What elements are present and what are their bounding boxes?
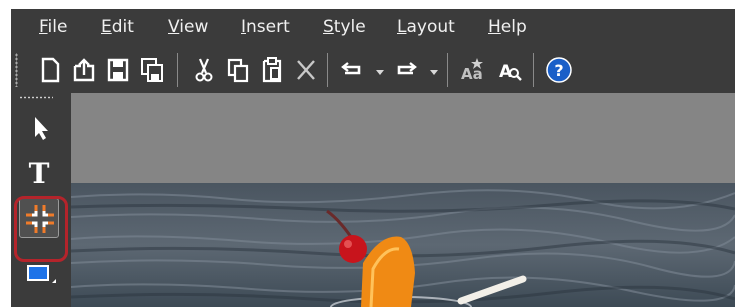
toolbar-grip[interactable] <box>15 53 18 87</box>
undo-dropdown-icon[interactable] <box>373 61 387 81</box>
cocktail-photo[interactable] <box>71 183 735 307</box>
toolbox: T <box>11 93 71 307</box>
menu-edit[interactable]: Edit <box>101 17 134 37</box>
menu-file[interactable]: File <box>39 17 67 37</box>
cut-icon[interactable] <box>189 55 219 85</box>
svg-text:?: ? <box>554 61 563 80</box>
document-canvas[interactable] <box>71 93 735 307</box>
menu-style[interactable]: Style <box>323 17 366 37</box>
toolbar-separator <box>177 53 178 87</box>
paste-icon[interactable] <box>257 55 287 85</box>
delete-icon[interactable] <box>291 55 321 85</box>
copy-icon[interactable] <box>223 55 253 85</box>
selected-tool-highlight <box>14 196 68 262</box>
new-document-icon[interactable] <box>35 55 65 85</box>
help-icon[interactable]: ? <box>544 55 574 85</box>
spell-check-icon[interactable]: Aa <box>459 55 489 85</box>
redo-dropdown-icon[interactable] <box>427 61 441 81</box>
save-all-icon[interactable] <box>137 55 167 85</box>
svg-text:T: T <box>29 157 50 190</box>
toolbar-separator <box>327 53 328 87</box>
menu-insert[interactable]: Insert <box>241 17 290 37</box>
open-icon[interactable] <box>69 55 99 85</box>
toolbox-grip[interactable] <box>19 96 53 99</box>
undo-icon[interactable] <box>337 55 367 85</box>
menu-help[interactable]: Help <box>488 17 527 37</box>
pointer-tool-icon[interactable] <box>19 107 59 147</box>
save-icon[interactable] <box>103 55 133 85</box>
main-toolbar: Aa A ? <box>11 47 735 93</box>
editor-window: File Edit View Insert Style Layout Help <box>11 9 735 307</box>
toolbar-separator <box>533 53 534 87</box>
toolbar-separator <box>447 53 448 87</box>
menu-layout[interactable]: Layout <box>397 17 455 37</box>
redo-icon[interactable] <box>391 55 421 85</box>
menu-view[interactable]: View <box>168 17 208 37</box>
menu-bar: File Edit View Insert Style Layout Help <box>11 9 735 47</box>
find-icon[interactable]: A <box>495 55 525 85</box>
text-tool-icon[interactable]: T <box>19 151 59 191</box>
